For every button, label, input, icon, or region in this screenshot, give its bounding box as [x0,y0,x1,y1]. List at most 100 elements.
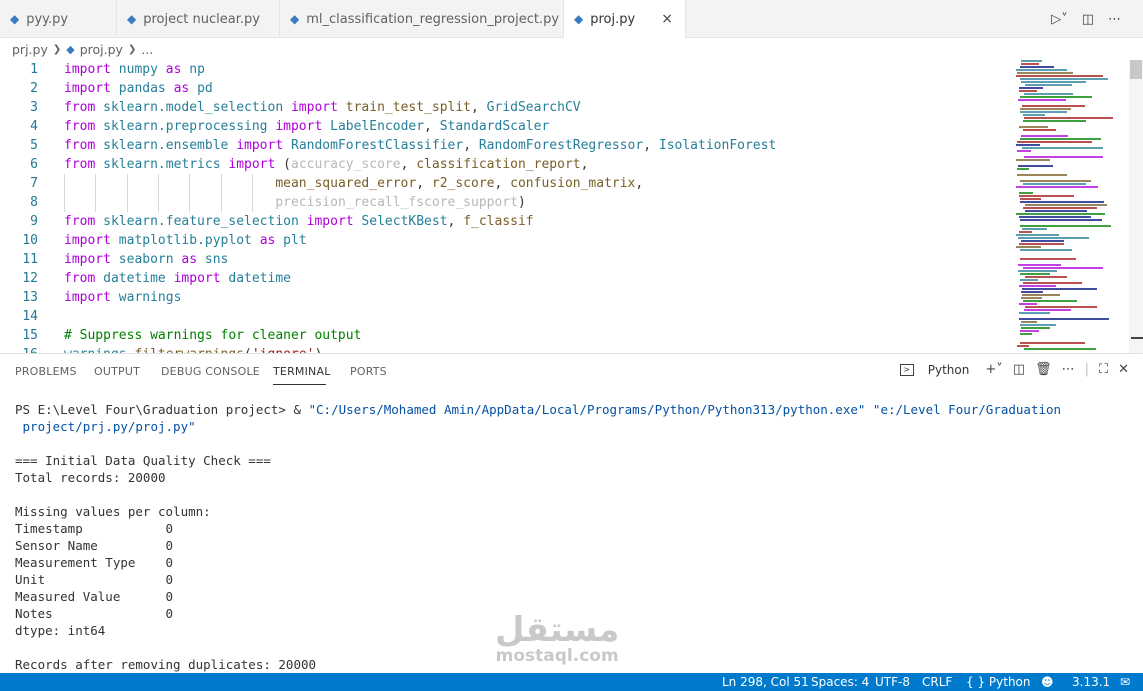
minimap-line [1018,237,1089,239]
code-line: 2 import pandas as pd [0,79,1010,98]
minimap-line [1023,267,1103,269]
indent-guide [95,193,97,212]
tab-output[interactable]: OUTPUT [94,365,140,378]
minimap-line [1025,204,1107,206]
split-editor-icon[interactable]: ◫ [1082,12,1094,27]
code-line: 9 from sklearn.feature_selection import S… [0,212,1010,231]
scrollbar-thumb[interactable] [1130,60,1142,79]
code-text: from sklearn.model_selection import trai… [64,100,581,115]
new-terminal-icon[interactable]: +˅ [985,362,1002,377]
more-actions-icon[interactable]: ⋯ [1062,362,1075,377]
notifications-bell-icon[interactable]: ✉ [1120,675,1130,689]
code-text: import warnings [64,290,182,305]
code-editor[interactable]: 1 import numpy as np 2 import pandas as pd 3… [0,60,1143,353]
minimap[interactable] [1016,60,1128,353]
minimap-line [1020,198,1041,200]
code-line: 14 [0,307,1010,326]
tab-problems[interactable]: PROBLEMS [15,365,77,378]
code-text: import seaborn as sns [64,252,229,267]
indentation[interactable]: Spaces: 4 [811,675,869,689]
terminal-line: Notes 0 [15,606,174,621]
python-version[interactable]: 3.13.1 [1072,675,1110,689]
terminal-line: Missing values per column: [15,504,211,519]
cursor-position[interactable]: Ln 298, Col 51 [722,675,809,689]
minimap-line [1019,243,1064,245]
tab-label: proj.py [590,11,636,27]
line-ending[interactable]: CRLF [922,675,952,689]
code-line: 15 # Suppress warnings for cleaner output [0,326,1010,345]
minimap-line [1020,180,1091,182]
minimap-line [1021,81,1086,83]
trash-icon[interactable]: 🗑 [1035,362,1052,377]
language-mode[interactable]: { } Python [966,675,1031,689]
minimap-line [1025,306,1097,308]
command-path-continued: project/prj.py/proj.py" [15,419,196,434]
minimap-line [1019,192,1033,194]
line-number: 8 [30,195,38,210]
code-text: warnings.filterwarnings('ignore') [64,345,322,353]
minimap-line [1024,117,1113,119]
editor-tab-bar: ◆ pyy.py ◆ project nuclear.py ◆ ml_class… [0,0,1143,39]
copilot-icon[interactable]: ☻ [1041,675,1054,689]
divider: | [1084,362,1089,377]
tab-ml-classification[interactable]: ◆ ml_classification_regression_project.p… [280,0,564,38]
minimap-line [1020,342,1085,344]
run-icon[interactable]: ▷˅ [1051,12,1068,27]
split-terminal-icon[interactable]: ◫ [1013,362,1025,377]
vertical-scrollbar[interactable] [1129,60,1143,353]
breadcrumb-symbol[interactable]: ... [141,42,153,57]
close-tab-icon[interactable]: × [661,11,673,27]
maximize-panel-icon[interactable]: ⛶ [1099,362,1108,377]
code-line: 4 from sklearn.preprocessing import Label… [0,117,1010,136]
terminal-line: Measurement Type 0 [15,555,174,570]
minimap-line [1025,210,1087,212]
minimap-line [1020,219,1102,221]
more-actions-icon[interactable]: ⋯ [1108,12,1121,27]
breadcrumb-folder[interactable]: prj.py [12,42,48,57]
tab-project-nuclear[interactable]: ◆ project nuclear.py [117,0,280,38]
panel-tabs: PROBLEMS OUTPUT DEBUG CONSOLE TERMINAL P… [0,354,1143,390]
code-line: 5 from sklearn.ensemble import RandomFore… [0,136,1010,155]
minimap-line [1020,330,1039,332]
minimap-line [1023,114,1045,116]
python-file-icon: ◆ [10,12,20,26]
terminal-profile-label[interactable]: Python [928,363,970,377]
minimap-line [1024,309,1071,311]
indent-guide [251,174,253,193]
scrollbar-marker [1131,337,1143,339]
minimap-line [1024,348,1096,350]
minimap-line [1025,276,1067,278]
minimap-line [1017,150,1031,152]
tab-terminal[interactable]: TERMINAL [273,365,331,378]
minimap-line [1016,159,1050,161]
tab-ports[interactable]: PORTS [350,365,387,378]
minimap-line [1019,87,1043,89]
tab-proj[interactable]: ◆ proj.py × [564,0,686,39]
minimap-line [1020,273,1050,275]
line-number: 11 [22,252,38,267]
code-text: from sklearn.preprocessing import LabelE… [64,119,550,134]
tab-debug-console[interactable]: DEBUG CONSOLE [161,365,260,378]
minimap-line [1024,156,1103,158]
close-panel-icon[interactable]: ✕ [1118,362,1129,377]
minimap-line [1024,93,1073,95]
python-file-icon: ◆ [290,12,300,26]
minimap-line [1016,69,1067,71]
breadcrumb-file[interactable]: proj.py [80,42,123,57]
line-number: 4 [30,119,38,134]
minimap-line [1023,282,1082,284]
encoding[interactable]: UTF-8 [875,675,910,689]
minimap-line [1021,291,1043,293]
tab-pyy[interactable]: ◆ pyy.py [0,0,117,38]
breadcrumb: prj.py ❯ ◆ proj.py ❯ ... [0,38,1143,60]
tab-label: pyy.py [26,11,69,27]
indent-guide [251,193,253,212]
minimap-line [1022,294,1060,296]
line-number: 6 [30,157,38,172]
minimap-line [1019,303,1037,305]
minimap-line [1017,72,1073,74]
minimap-line [1016,246,1041,248]
terminal-line: Unit 0 [15,572,174,587]
chevron-right-icon: ❯ [52,43,62,55]
code-text: # Suppress warnings for cleaner output [64,328,362,343]
